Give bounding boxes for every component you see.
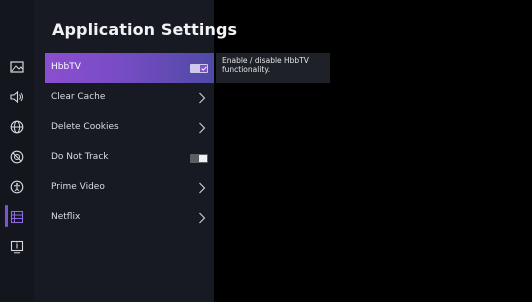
menu-item-label: Delete Cookies — [51, 122, 119, 132]
menu-item-label: Clear Cache — [51, 92, 106, 102]
privacy-icon[interactable] — [8, 148, 26, 166]
do-not-track-toggle[interactable] — [190, 154, 208, 163]
menu-item-clear-cache[interactable]: Clear Cache — [45, 83, 214, 113]
tv-settings-screen: Application Settings HbbTV Clear Cache D… — [0, 0, 532, 302]
category-rail — [0, 0, 34, 302]
menu-item-do-not-track[interactable]: Do Not Track — [45, 143, 214, 173]
menu-item-hbbtv[interactable]: HbbTV — [45, 53, 214, 83]
check-icon — [200, 65, 207, 72]
network-icon[interactable] — [8, 118, 26, 136]
accessibility-icon[interactable] — [8, 178, 26, 196]
chevron-right-icon — [199, 92, 206, 104]
menu-item-label: Do Not Track — [51, 152, 109, 162]
chevron-right-icon — [199, 122, 206, 134]
menu-item-label: Netflix — [51, 212, 81, 222]
menu-item-delete-cookies[interactable]: Delete Cookies — [45, 113, 214, 143]
picture-icon[interactable] — [8, 58, 26, 76]
system-info-icon[interactable] — [8, 238, 26, 256]
applications-icon[interactable] — [8, 208, 26, 226]
menu-item-prime-video[interactable]: Prime Video — [45, 173, 214, 203]
menu-item-label: Prime Video — [51, 182, 105, 192]
toggle-knob — [199, 155, 207, 162]
page-title: Application Settings — [52, 20, 238, 39]
menu-item-label: HbbTV — [51, 62, 81, 72]
sound-icon[interactable] — [8, 88, 26, 106]
chevron-right-icon — [199, 182, 206, 194]
menu-item-netflix[interactable]: Netflix — [45, 203, 214, 233]
chevron-right-icon — [199, 212, 206, 224]
hbbtv-toggle[interactable] — [190, 64, 208, 73]
help-tooltip: Enable / disable HbbTV functionality. — [216, 53, 330, 83]
tooltip-text: Enable / disable HbbTV functionality. — [222, 56, 309, 74]
